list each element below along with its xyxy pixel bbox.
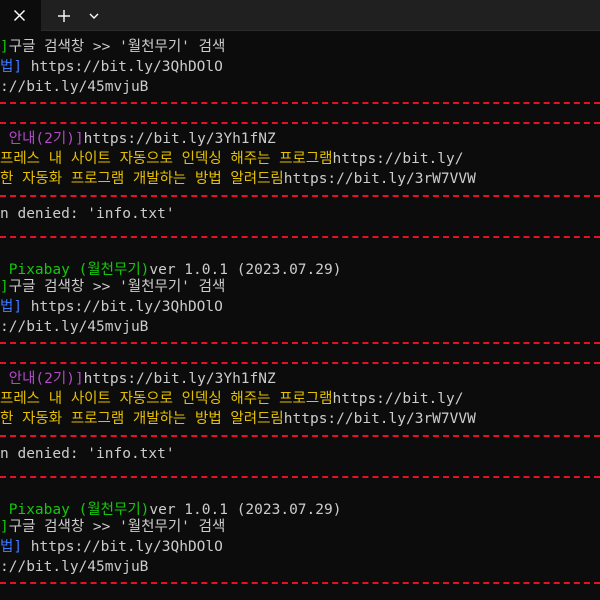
search-guide-line: ]구글 검색창 >> '월천무기' 검색 <box>0 37 225 57</box>
guide-label: 안내(2기)] <box>0 371 84 387</box>
short-link-line: ://bit.ly/45mvjuB <box>0 557 148 577</box>
separator-line <box>0 362 600 364</box>
app-name: Pixabay (월천무기) <box>0 502 150 518</box>
plus-icon[interactable] <box>55 7 73 25</box>
automation-program-text: 한 자동화 프로그램 개발하는 방법 알려드림 <box>0 171 284 187</box>
method-link-line: 법] https://bit.ly/3QhDOlO <box>0 537 223 557</box>
separator-line <box>0 435 600 437</box>
app-name: Pixabay (월천무기) <box>0 262 150 278</box>
indexing-program-line: 프레스 내 사이트 자동으로 인덱싱 해주는 프로그램https://bit.l… <box>0 389 463 409</box>
method-label: 법] <box>0 539 23 555</box>
automation-program-text: 한 자동화 프로그램 개발하는 방법 알려드림 <box>0 411 284 427</box>
guide-link[interactable]: https://bit.ly/3Yh1fNZ <box>84 371 276 387</box>
search-guide-text: 구글 검색창 >> '월천무기' 검색 <box>8 279 226 295</box>
search-guide-text: 구글 검색창 >> '월천무기' 검색 <box>8 519 226 535</box>
separator-line <box>0 476 600 478</box>
automation-program-link[interactable]: https://bit.ly/3rW7VVW <box>284 411 476 427</box>
separator-line <box>0 236 600 238</box>
search-guide-line: ]구글 검색창 >> '월천무기' 검색 <box>0 277 225 297</box>
method-link[interactable]: https://bit.ly/3QhDOlO <box>22 299 223 315</box>
method-link-line: 법] https://bit.ly/3QhDOlO <box>0 57 223 77</box>
active-tab[interactable] <box>0 0 41 31</box>
version-text: ver 1.0.1 (2023.07.29) <box>149 502 342 518</box>
short-link-line: ://bit.ly/45mvjuB <box>0 77 148 97</box>
guide-label: 안내(2기)] <box>0 131 84 147</box>
search-guide-text: 구글 검색창 >> '월천무기' 검색 <box>8 39 226 55</box>
indexing-program-link[interactable]: https://bit.ly/ <box>333 391 464 407</box>
method-label: 법] <box>0 59 23 75</box>
error-line: n denied: 'info.txt' <box>0 444 175 464</box>
indexing-program-line: 프레스 내 사이트 자동으로 인덱싱 해주는 프로그램https://bit.l… <box>0 149 463 169</box>
method-link[interactable]: https://bit.ly/3QhDOlO <box>22 539 223 555</box>
separator-line <box>0 122 600 124</box>
short-link[interactable]: ://bit.ly/45mvjuB <box>0 79 148 95</box>
terminal-window: ]구글 검색창 >> '월천무기' 검색 법] https://bit.ly/3… <box>0 0 600 600</box>
short-link-line: ://bit.ly/45mvjuB <box>0 317 148 337</box>
automation-program-link[interactable]: https://bit.ly/3rW7VVW <box>284 171 476 187</box>
separator-line <box>0 102 600 104</box>
automation-program-line: 한 자동화 프로그램 개발하는 방법 알려드림https://bit.ly/3r… <box>0 409 476 429</box>
search-guide-line: ]구글 검색창 >> '월천무기' 검색 <box>0 517 225 537</box>
permission-error-text: n denied: 'info.txt' <box>0 206 175 222</box>
bracket-text: ] <box>0 39 9 55</box>
title-bar <box>0 0 600 31</box>
terminal-output[interactable]: ]구글 검색창 >> '월천무기' 검색 법] https://bit.ly/3… <box>0 31 600 600</box>
guide-link-line: 안내(2기)]https://bit.ly/3Yh1fNZ <box>0 129 276 149</box>
indexing-program-text: 프레스 내 사이트 자동으로 인덱싱 해주는 프로그램 <box>0 391 333 407</box>
permission-error-text: n denied: 'info.txt' <box>0 446 175 462</box>
separator-line <box>0 195 600 197</box>
method-label: 법] <box>0 299 23 315</box>
bracket-text: ] <box>0 519 9 535</box>
automation-program-line: 한 자동화 프로그램 개발하는 방법 알려드림https://bit.ly/3r… <box>0 169 476 189</box>
guide-link[interactable]: https://bit.ly/3Yh1fNZ <box>84 131 276 147</box>
bracket-text: ] <box>0 279 9 295</box>
short-link[interactable]: ://bit.ly/45mvjuB <box>0 559 148 575</box>
separator-line <box>0 582 600 584</box>
method-link-line: 법] https://bit.ly/3QhDOlO <box>0 297 223 317</box>
close-icon[interactable] <box>13 9 26 22</box>
short-link[interactable]: ://bit.ly/45mvjuB <box>0 319 148 335</box>
chevron-down-icon[interactable] <box>87 9 101 23</box>
indexing-program-text: 프레스 내 사이트 자동으로 인덱싱 해주는 프로그램 <box>0 151 333 167</box>
error-line: n denied: 'info.txt' <box>0 204 175 224</box>
method-link[interactable]: https://bit.ly/3QhDOlO <box>22 59 223 75</box>
separator-line <box>0 342 600 344</box>
indexing-program-link[interactable]: https://bit.ly/ <box>333 151 464 167</box>
version-text: ver 1.0.1 (2023.07.29) <box>149 262 342 278</box>
guide-link-line: 안내(2기)]https://bit.ly/3Yh1fNZ <box>0 369 276 389</box>
